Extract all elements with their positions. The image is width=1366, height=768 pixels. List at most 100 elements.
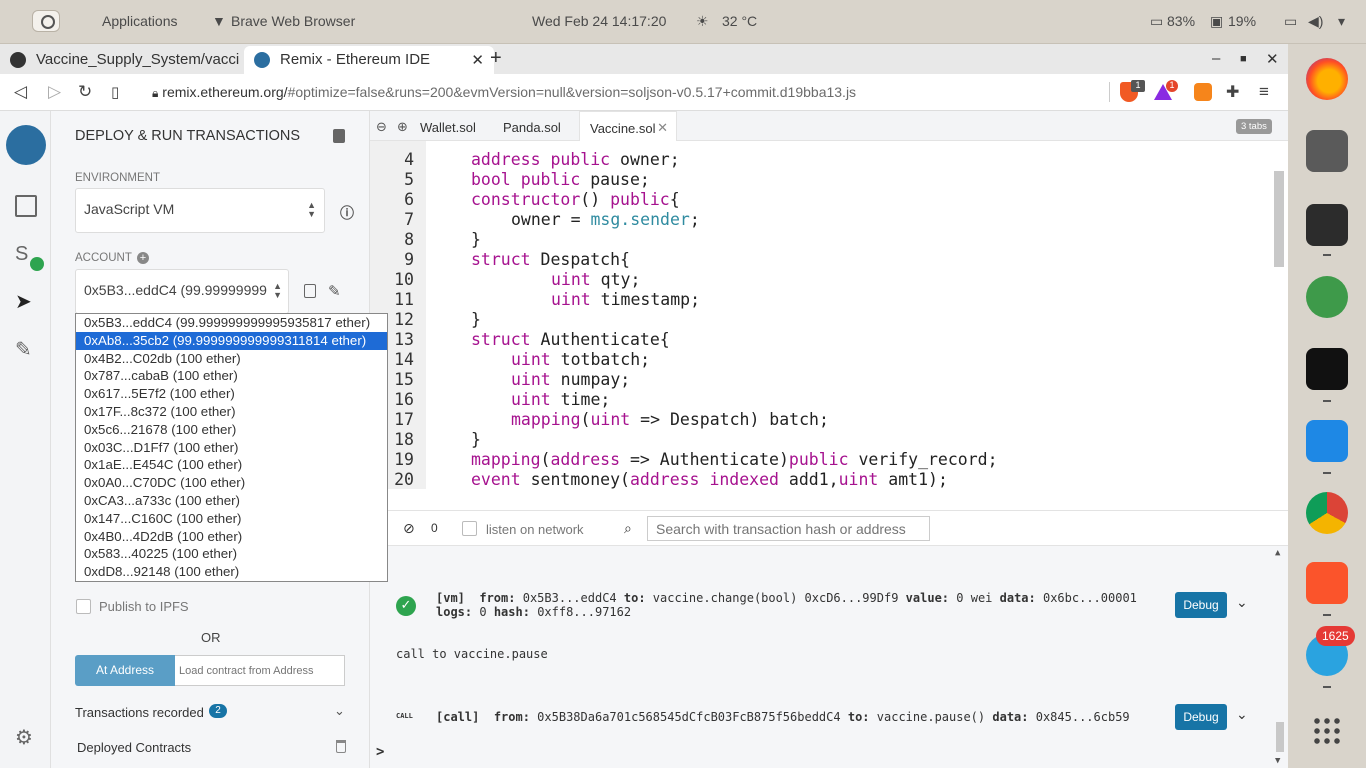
bookmark-icon[interactable]: ▯ [111,83,119,101]
activities-button[interactable] [32,10,60,32]
power-menu-icon[interactable]: ▾ [1338,13,1345,30]
tabs-count-badge[interactable]: 3 tabs [1236,119,1272,134]
tab-wallet-sol[interactable]: Wallet.sol [410,111,486,141]
transaction-search-input[interactable] [647,516,930,541]
back-icon[interactable]: ◁ [14,82,27,102]
editor-scrollbar[interactable] [1274,171,1284,267]
environment-select[interactable]: JavaScript VM ▲ ▼ [75,188,325,233]
chevron-down-icon[interactable]: ⌄ [1236,595,1248,611]
code-line[interactable]: mapping(address => Authenticate)public v… [431,450,998,469]
chevron-down-icon[interactable]: ⌄ [334,703,345,719]
code-line[interactable]: } [431,310,481,329]
files-icon[interactable] [1306,130,1348,172]
account-option[interactable]: 0x787...cabaB (100 ether) [76,367,387,385]
account-option[interactable]: 0x0A0...C70DC (100 ether) [76,474,387,492]
account-option[interactable]: 0xAb8...35cb2 (99.999999999999311814 eth… [76,331,387,350]
tab-panda-sol[interactable]: Panda.sol [493,111,571,141]
code-line[interactable]: struct Despatch{ [431,250,630,269]
display-icon[interactable]: ▭ [1284,13,1297,30]
load-address-input[interactable] [175,655,345,686]
account-option[interactable]: 0x583...40225 (100 ether) [76,545,387,563]
account-option[interactable]: 0x17F...8c372 (100 ether) [76,403,387,421]
code-line[interactable]: struct Authenticate{ [431,330,670,349]
reload-icon[interactable]: ↻ [78,82,92,102]
remix-logo-icon[interactable] [6,125,46,165]
browser-menu-icon[interactable]: ≡ [1259,82,1269,102]
forward-icon[interactable]: ▷ [48,82,61,102]
code-line[interactable]: address public owner; [431,150,680,169]
memory-level[interactable]: 19% [1228,13,1256,29]
code-line[interactable]: uint timestamp; [431,290,700,309]
code-line[interactable]: uint numpay; [431,370,630,389]
account-option[interactable]: 0xCA3...a733c (100 ether) [76,492,387,510]
info-icon[interactable]: ⓘ [340,203,354,223]
account-select[interactable]: 0x5B3...eddC4 (99.99999999 ▲ ▼ [75,269,289,314]
trash-icon[interactable] [336,740,346,753]
window-close-icon[interactable]: ✕ [1266,50,1279,68]
file-explorer-icon[interactable] [15,195,37,217]
code-line[interactable]: uint qty; [431,270,640,289]
account-option[interactable]: 0x4B2...C02db (100 ether) [76,350,387,368]
clock[interactable]: Wed Feb 24 14:17:20 [532,13,666,29]
account-option[interactable]: 0x147...C160C (100 ether) [76,510,387,528]
account-dropdown-list[interactable]: 0x5B3...eddC4 (99.999999999995935817 eth… [75,313,388,582]
terminal-scrollbar[interactable] [1276,722,1284,752]
weather-temp[interactable]: 32 °C [722,13,757,29]
clear-console-icon[interactable]: ⊘ [403,520,415,537]
vscode-icon[interactable] [1306,420,1348,462]
terminal-output[interactable]: ✓ [vm] from: 0x5B3...eddC4 to: vaccine.c… [370,546,1288,768]
copy-address-icon[interactable] [304,284,316,298]
account-option[interactable]: 0x617...5E7f2 (100 ether) [76,385,387,403]
maximize-icon[interactable]: ■ [1240,53,1247,65]
code-line[interactable]: } [431,230,481,249]
zoom-out-icon[interactable]: ⊖ [376,119,387,135]
zoom-in-icon[interactable]: ⊕ [397,119,408,135]
plugin-manager-icon[interactable]: ✎ [15,339,37,361]
code-line[interactable]: uint totbatch; [431,350,650,369]
firefox-icon[interactable] [1306,58,1348,100]
battery-level[interactable]: 83% [1167,13,1195,29]
close-tab-icon[interactable]: ✕ [471,51,484,69]
active-app-label[interactable]: Brave Web Browser [231,13,355,29]
debug-button[interactable]: Debug [1175,592,1227,618]
browser-tab-github[interactable]: Vaccine_Supply_System/vacci [0,46,244,74]
code-line[interactable]: uint time; [431,390,610,409]
browser-tab-remix[interactable]: Remix - Ethereum IDE ✕ [244,46,494,74]
code-editor[interactable]: 4 5 6 7 8 9 10 11 12 13 14 15 16 17 18 19 20 address pub… [370,141,1288,489]
url-field[interactable]: 🔒︎ remix.ethereum.org/#optimize=false&ru… [152,84,856,101]
chrome-icon[interactable] [1306,492,1348,534]
sign-message-icon[interactable]: ✎ [328,282,341,300]
account-option[interactable]: 0x5B3...eddC4 (99.999999999995935817 eth… [76,314,387,332]
listen-network-checkbox[interactable] [462,521,477,536]
extensions-icon[interactable]: ✚ [1226,82,1239,102]
code-line[interactable]: constructor() public{ [431,190,680,209]
account-option[interactable]: 0x03C...D1Ff7 (100 ether) [76,439,387,457]
chevron-down-icon[interactable]: ⌄ [1236,707,1248,723]
deploy-run-icon[interactable]: ➤ [15,291,37,313]
brave-icon[interactable] [1306,562,1348,604]
at-address-button[interactable]: At Address [75,655,175,686]
code-line[interactable]: event sentmoney(address indexed add1,uin… [431,470,948,489]
applications-menu[interactable]: Applications [102,13,178,29]
debug-button[interactable]: Debug [1175,704,1227,730]
terminal-icon[interactable] [1306,204,1348,246]
account-option[interactable]: 0x1aE...E454C (100 ether) [76,456,387,474]
atom-icon[interactable] [1306,276,1348,318]
intellij-icon[interactable] [1306,348,1348,390]
console-prompt[interactable]: > [376,744,384,760]
show-apps-icon[interactable] [1312,716,1342,746]
transactions-recorded-label[interactable]: Transactions recorded [75,705,204,720]
code-line[interactable]: bool public pause; [431,170,650,189]
scroll-down-icon[interactable]: ▼ [1275,756,1280,766]
close-tab-icon[interactable]: ✕ [657,120,668,136]
account-option[interactable]: 0x5c6...21678 (100 ether) [76,421,387,439]
code-line[interactable]: mapping(uint => Despatch) batch; [431,410,829,429]
publish-ipfs-checkbox[interactable] [76,599,91,614]
code-line[interactable]: owner = msg.sender; [431,210,700,229]
new-tab-button[interactable]: + [490,47,502,70]
account-option[interactable]: 0x4B0...4D2dB (100 ether) [76,528,387,546]
code-line[interactable]: } [431,430,481,449]
scroll-up-icon[interactable]: ▲ [1275,548,1280,558]
settings-gear-icon[interactable]: ⚙ [15,727,37,749]
account-option[interactable]: 0xdD8...92148 (100 ether) [76,563,387,581]
